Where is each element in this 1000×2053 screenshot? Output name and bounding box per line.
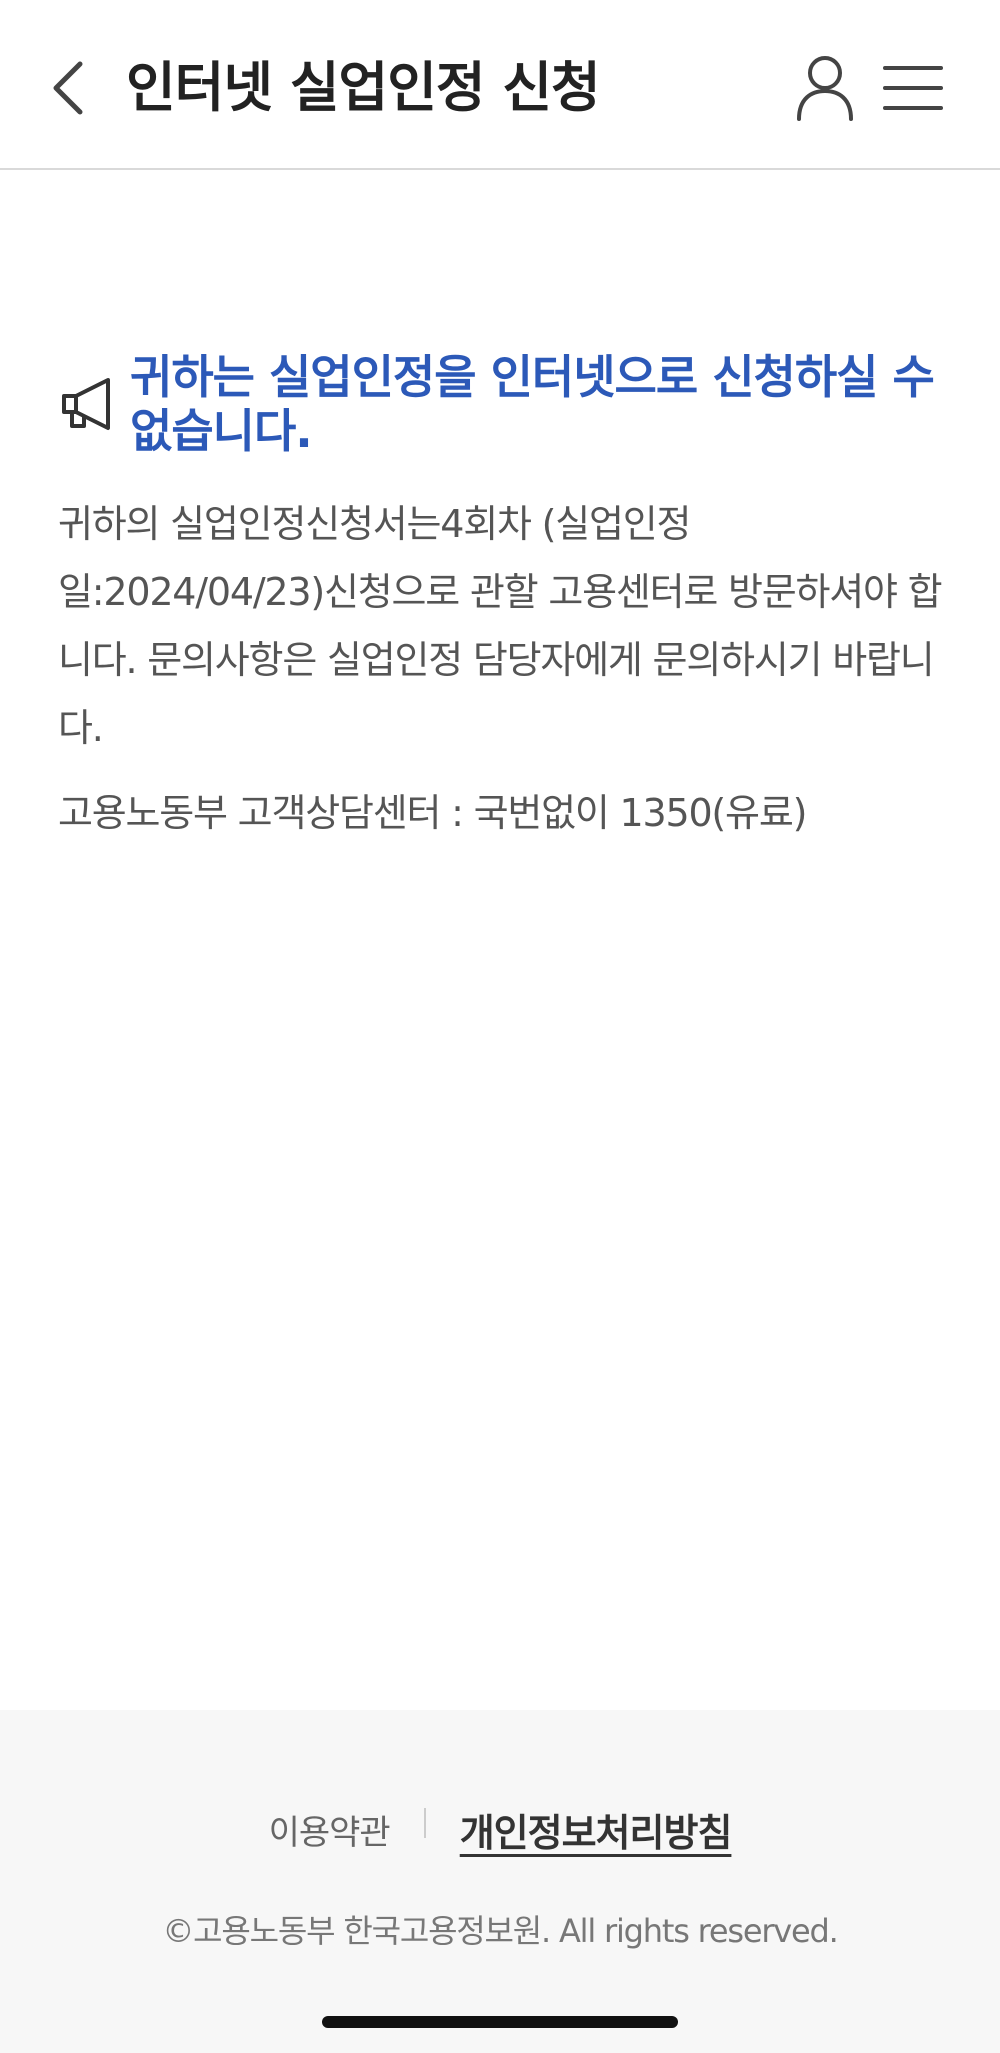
notice-heading: 귀하는 실업인정을 인터넷으로 신청하실 수 없습니다. xyxy=(58,350,948,458)
user-button[interactable] xyxy=(790,48,860,128)
hamburger-menu-icon xyxy=(883,66,943,110)
copyright-text: ©고용노동부 한국고용정보원. All rights reserved. xyxy=(162,1912,838,1950)
app-header: 인터넷 실업인정 신청 xyxy=(0,0,1000,170)
footer-links: 이용약관 개인정보처리방침 xyxy=(0,1802,1000,1857)
contact-info: 고용노동부 고객상담센터 : 국번없이 1350(유료) xyxy=(58,791,807,835)
page-title: 인터넷 실업인정 신청 xyxy=(126,56,601,119)
notice-section: 귀하는 실업인정을 인터넷으로 신청하실 수 없습니다. 귀하의 실업인정신청서… xyxy=(58,350,948,838)
notice-title: 귀하는 실업인정을 인터넷으로 신청하실 수 없습니다. xyxy=(130,350,935,458)
megaphone-icon xyxy=(62,378,110,430)
terms-link[interactable]: 이용약관 xyxy=(269,1805,391,1854)
notice-body: 귀하의 실업인정신청서는4회차 (실업인정일:2024/04/23)신청으로 관… xyxy=(58,502,943,750)
footer-divider xyxy=(423,1807,426,1838)
back-button[interactable] xyxy=(38,48,98,128)
privacy-policy-link[interactable]: 개인정보처리방침 xyxy=(460,1802,733,1857)
user-icon xyxy=(797,56,853,121)
footer: 이용약관 개인정보처리방침 ©고용노동부 한국고용정보원. All rights… xyxy=(0,1710,1000,2053)
menu-button[interactable] xyxy=(878,48,948,128)
home-indicator[interactable] xyxy=(322,2016,678,2028)
chevron-left-icon xyxy=(53,61,83,115)
